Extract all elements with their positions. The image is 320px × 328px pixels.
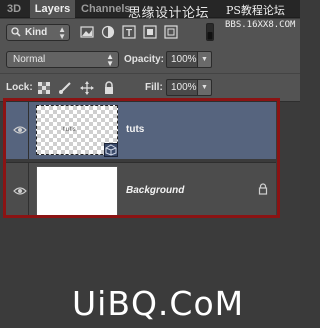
lock-all-icon[interactable]	[102, 81, 116, 95]
opacity-label: Opacity:	[124, 54, 165, 65]
fill-label: Fill:	[145, 82, 163, 93]
filter-kind-dropdown[interactable]: Kind ▲ ▼	[6, 24, 70, 41]
tab-layers[interactable]: Layers	[30, 0, 75, 18]
highlight-frame	[3, 98, 280, 218]
opacity-input[interactable]: 100%	[166, 51, 198, 68]
pixel-layer-filter-icon[interactable]	[80, 25, 94, 39]
filter-kind-label: Kind	[25, 27, 48, 38]
blend-mode-dropdown[interactable]: Normal ▲ ▼	[6, 51, 119, 68]
search-icon	[11, 27, 21, 40]
blend-row: Normal ▲ ▼ Opacity: 100% ▼	[0, 46, 300, 74]
watermark-url: BBS.16XX8.COM	[225, 20, 296, 30]
fill-input[interactable]: 100%	[166, 79, 198, 96]
watermark-uibq: UiBQ.CoM	[72, 284, 245, 323]
updown-arrow-icon: ▲ ▼	[106, 52, 114, 68]
opacity-dropdown-button[interactable]: ▼	[198, 51, 212, 68]
shape-layer-filter-icon[interactable]	[143, 25, 157, 39]
adjustment-layer-filter-icon[interactable]	[101, 25, 115, 39]
tab-3d[interactable]: 3D	[7, 0, 21, 18]
type-layer-filter-icon[interactable]: T	[122, 25, 136, 39]
lock-image-pixels-icon[interactable]	[58, 81, 72, 95]
tab-channels[interactable]: Channels	[81, 0, 131, 18]
lock-label: Lock:	[6, 82, 33, 93]
blend-mode-value: Normal	[13, 54, 46, 65]
panel-tab-bar: 3D Layers Channels 思缘设计论坛 PS教程论坛	[0, 0, 300, 20]
lock-position-icon[interactable]	[80, 81, 94, 95]
updown-arrow-icon: ▲ ▼	[58, 25, 66, 41]
lock-transparent-pixels-icon[interactable]	[37, 81, 51, 95]
watermark-ps-forum: PS教程论坛	[226, 4, 285, 17]
fill-dropdown-button[interactable]: ▼	[198, 79, 212, 96]
filter-toggle-icon[interactable]	[206, 23, 214, 41]
smart-object-filter-icon[interactable]	[164, 25, 178, 39]
svg-text:T: T	[126, 28, 132, 39]
